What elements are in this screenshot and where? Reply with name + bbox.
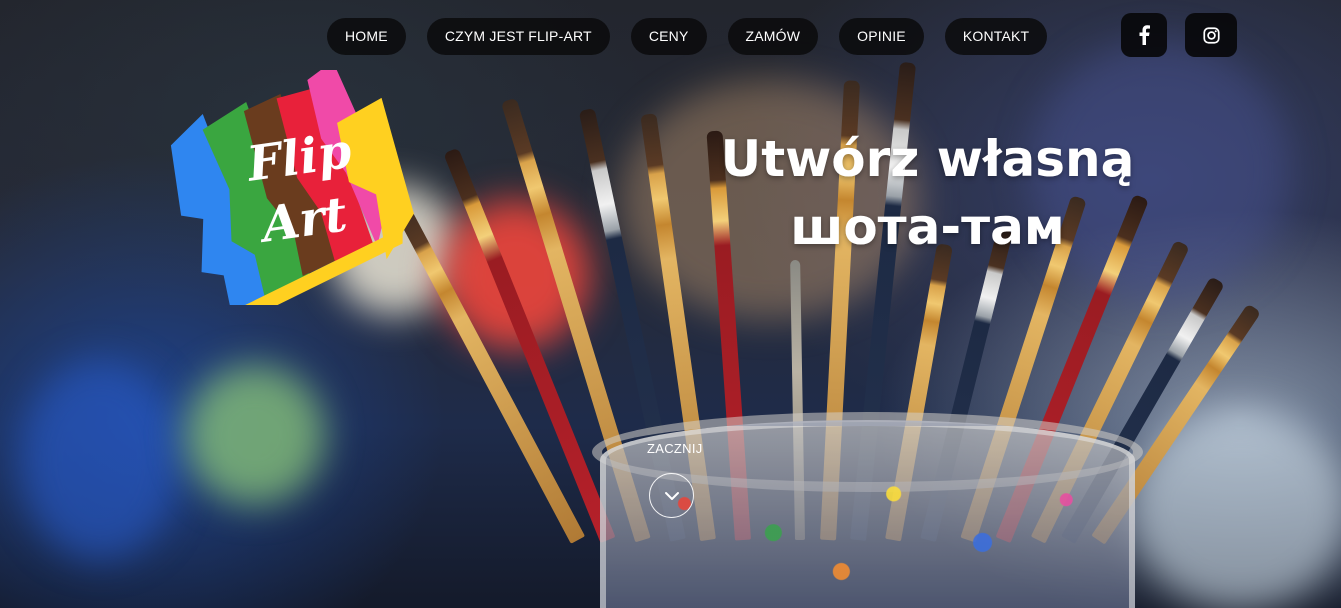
main-nav: HOME CZYM JEST FLIP-ART CENY ZAMÓW OPINI… xyxy=(327,18,1048,55)
bokeh-light xyxy=(185,365,325,505)
start-scroll-button[interactable] xyxy=(649,473,694,518)
nav-item-kontakt[interactable]: KONTAKT xyxy=(944,18,1048,55)
instagram-icon xyxy=(1202,26,1220,44)
start-label[interactable]: ZACZNIJ xyxy=(647,441,703,456)
bokeh-light xyxy=(20,360,180,560)
nav-item-ceny[interactable]: CENY xyxy=(630,18,707,55)
flip-art-logo[interactable]: Flip Art xyxy=(170,61,415,320)
hero-headline-line2: шота-там xyxy=(790,198,1065,256)
logo-brush-strokes: Flip Art xyxy=(170,61,414,320)
facebook-button[interactable] xyxy=(1121,13,1167,57)
nav-item-czym-jest-flip-art[interactable]: CZYM JEST FLIP-ART xyxy=(426,18,610,55)
facebook-icon xyxy=(1139,25,1150,45)
hero-headline-line1: Utwórz własną xyxy=(720,130,1135,188)
hero-headline: Utwórz własną шота-там xyxy=(700,125,1155,261)
instagram-button[interactable] xyxy=(1185,13,1237,57)
chevron-down-icon xyxy=(664,491,679,500)
nav-item-opinie[interactable]: OPINIE xyxy=(839,18,924,55)
nav-item-zamow[interactable]: ZAMÓW xyxy=(727,18,819,55)
nav-item-home[interactable]: HOME xyxy=(327,18,406,55)
